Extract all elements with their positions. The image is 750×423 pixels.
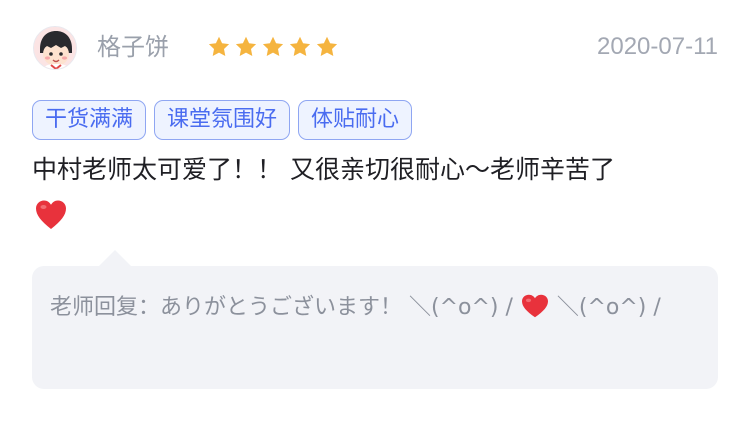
star-icon (316, 36, 338, 56)
reply-text: 老师回复：ありがとうございます！ ＼(^o^) / ＼(^o^) / (50, 291, 700, 324)
rating-stars (207, 35, 339, 59)
tag-list: 干货满满 课堂氛围好 体贴耐心 (32, 100, 413, 140)
tag[interactable]: 干货满满 (32, 100, 147, 140)
reply-message-end: ＼(^o^) / (549, 295, 661, 320)
reply-pointer (98, 250, 132, 267)
tag[interactable]: 体贴耐心 (298, 100, 413, 140)
username: 格子饼 (97, 33, 169, 61)
heart-emoji-icon (36, 200, 66, 229)
star-icon (208, 36, 230, 56)
review-card: 格子饼 2020-07-11 干货满满 课堂氛围好 体贴耐心 中村老师太可爱了！… (0, 0, 750, 423)
star-icon (235, 36, 257, 56)
avatar-image (34, 27, 76, 69)
review-date: 2020-07-11 (597, 33, 718, 60)
reply-label: 老师回复： (50, 295, 161, 320)
reply-message: ありがとうございます！ ＼(^o^) / (160, 295, 520, 320)
teacher-reply: 老师回复：ありがとうございます！ ＼(^o^) / ＼(^o^) / (32, 266, 718, 389)
comment-text: 中村老师太可爱了！！ 又很亲切很耐心～老师辛苦了 (32, 155, 615, 184)
heart-emoji-icon (521, 294, 548, 318)
star-icon (262, 36, 284, 56)
star-icon (289, 36, 311, 56)
avatar[interactable] (33, 26, 77, 70)
tag[interactable]: 课堂氛围好 (154, 100, 291, 140)
